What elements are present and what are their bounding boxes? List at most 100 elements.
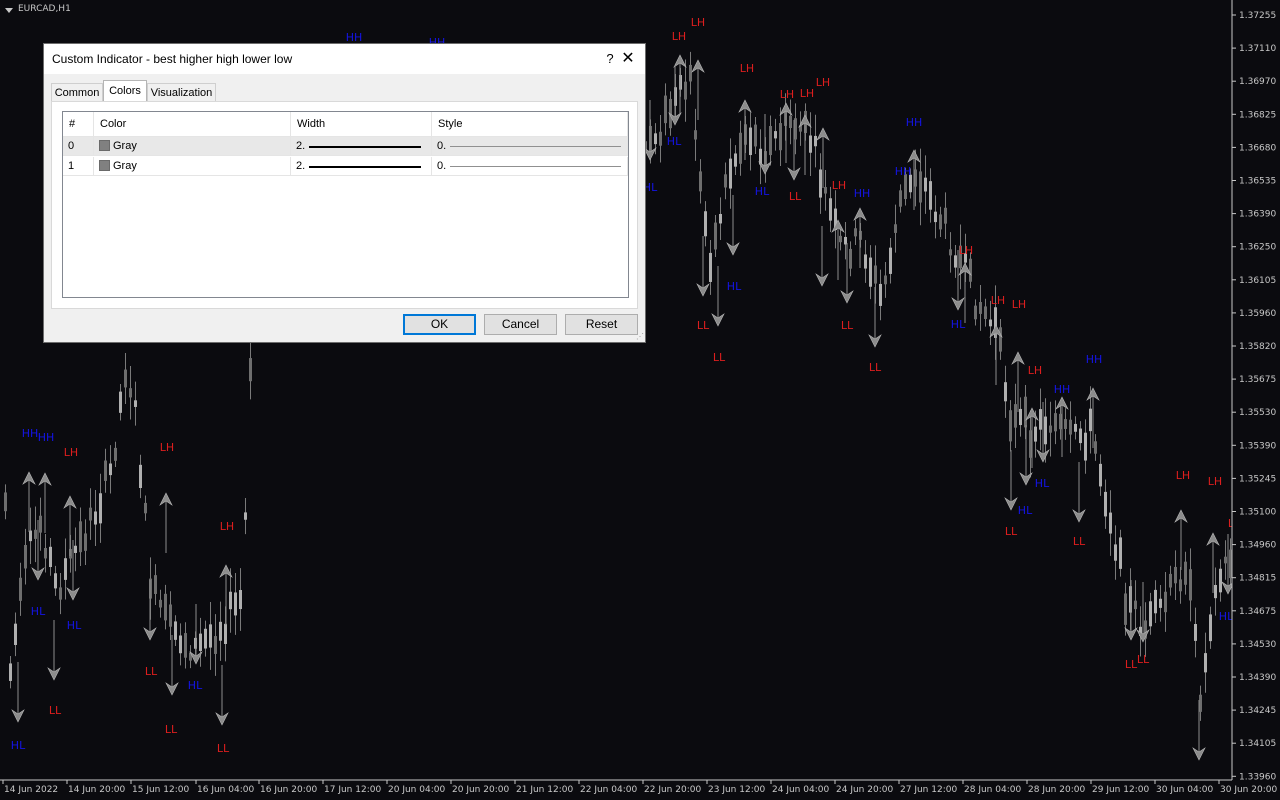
candle-body bbox=[929, 181, 932, 210]
swing-label: HH bbox=[895, 165, 912, 178]
candle-body bbox=[29, 530, 32, 542]
chart-menu-icon[interactable] bbox=[5, 8, 13, 13]
candle-body bbox=[824, 187, 827, 194]
candle-body bbox=[919, 171, 922, 203]
candle-body bbox=[944, 207, 947, 224]
candle-body bbox=[1049, 425, 1052, 433]
col-header-width[interactable]: Width bbox=[291, 112, 432, 137]
candle-body bbox=[1224, 556, 1227, 564]
candle-body bbox=[814, 135, 817, 147]
candle-body bbox=[839, 235, 842, 243]
candle-body bbox=[184, 633, 187, 658]
candle-body bbox=[139, 464, 142, 489]
swing-label: LL bbox=[145, 665, 158, 678]
candle-body bbox=[789, 115, 792, 129]
row-color-cell[interactable]: Gray bbox=[94, 157, 291, 176]
price-tick: 1.35820 bbox=[1239, 342, 1276, 352]
candle-body bbox=[169, 604, 172, 627]
price-tick: 1.36250 bbox=[1239, 243, 1276, 253]
row-width-cell[interactable]: 2. bbox=[291, 137, 432, 156]
candle-body bbox=[199, 633, 202, 652]
candle-body bbox=[779, 123, 782, 151]
reset-button[interactable]: Reset bbox=[565, 314, 638, 335]
price-tick: 1.34530 bbox=[1239, 640, 1276, 650]
candle-body bbox=[1154, 589, 1157, 614]
color-name: Gray bbox=[113, 160, 137, 172]
candle-body bbox=[864, 254, 867, 269]
candle-body bbox=[179, 635, 182, 654]
price-tick: 1.36825 bbox=[1239, 110, 1276, 120]
col-header-style[interactable]: Style bbox=[432, 112, 628, 137]
candle-body bbox=[974, 305, 977, 320]
candle-body bbox=[699, 171, 702, 192]
swing-label: LH bbox=[1176, 469, 1190, 482]
candle-body bbox=[749, 127, 752, 156]
swing-label: LH bbox=[1012, 298, 1026, 311]
swing-label: LL bbox=[841, 319, 854, 332]
swing-label: LH bbox=[991, 294, 1005, 307]
candle-body bbox=[934, 211, 937, 223]
row-style-cell[interactable]: 0. bbox=[432, 137, 628, 156]
table-row[interactable]: 0 Gray 2. 0. bbox=[63, 137, 628, 156]
color-name: Gray bbox=[113, 140, 137, 152]
table-row[interactable]: 1 Gray 2. 0. bbox=[63, 157, 628, 176]
ok-button[interactable]: OK bbox=[403, 314, 476, 335]
candle-body bbox=[159, 599, 162, 608]
tab-colors[interactable]: Colors bbox=[103, 80, 147, 102]
candle-body bbox=[1099, 463, 1102, 487]
candle-body bbox=[879, 283, 882, 306]
price-tick: 1.36535 bbox=[1239, 177, 1276, 187]
close-icon[interactable]: ✕ bbox=[610, 44, 646, 74]
candle-body bbox=[1009, 410, 1012, 442]
style-value: 0. bbox=[437, 160, 447, 172]
resize-grip-icon[interactable]: ⋰ bbox=[636, 332, 644, 341]
swing-label: LH bbox=[1028, 364, 1042, 377]
candle-body bbox=[154, 575, 157, 594]
candle-body bbox=[1159, 598, 1162, 608]
candle-body bbox=[99, 493, 102, 524]
tab-visualization[interactable]: Visualization bbox=[147, 83, 216, 102]
candle-body bbox=[1209, 614, 1212, 642]
candle-body bbox=[89, 507, 92, 521]
candle-body bbox=[1189, 569, 1192, 601]
candle-body bbox=[34, 529, 37, 539]
candle-body bbox=[714, 222, 717, 250]
col-header-index[interactable]: # bbox=[63, 112, 94, 137]
time-tick: 28 Jun 20:00 bbox=[1028, 785, 1085, 795]
swing-label: HH bbox=[22, 427, 39, 440]
candle-body bbox=[1109, 512, 1112, 534]
row-style-cell[interactable]: 0. bbox=[432, 157, 628, 176]
candle-body bbox=[234, 592, 237, 616]
row-width-cell[interactable]: 2. bbox=[291, 157, 432, 176]
colors-panel: # Color Width Style 0 Gray 2. 0. 1 Gray … bbox=[51, 101, 638, 309]
candle-body bbox=[924, 177, 927, 192]
tab-common[interactable]: Common bbox=[51, 83, 103, 102]
candle-body bbox=[874, 265, 877, 284]
candle-body bbox=[1204, 653, 1207, 673]
candle-body bbox=[1084, 432, 1087, 461]
swing-label: LH bbox=[832, 179, 846, 192]
candle-body bbox=[164, 593, 167, 621]
candle-body bbox=[1044, 416, 1047, 445]
swing-label: LH bbox=[740, 62, 754, 75]
candle-body bbox=[24, 545, 27, 569]
candle-body bbox=[1119, 537, 1122, 569]
swing-label: LL bbox=[697, 319, 710, 332]
col-header-color[interactable]: Color bbox=[94, 112, 291, 137]
candle-body bbox=[809, 135, 812, 153]
candle-body bbox=[1019, 408, 1022, 426]
candle-body bbox=[664, 95, 667, 124]
time-tick: 28 Jun 04:00 bbox=[964, 785, 1021, 795]
swing-label: LH bbox=[691, 16, 705, 29]
candle-body bbox=[1114, 544, 1117, 561]
candle-body bbox=[1039, 409, 1042, 430]
cancel-button[interactable]: Cancel bbox=[484, 314, 557, 335]
candle-body bbox=[229, 591, 232, 610]
candle-body bbox=[4, 492, 7, 512]
row-color-cell[interactable]: Gray bbox=[94, 137, 291, 156]
width-preview bbox=[309, 146, 421, 148]
candle-body bbox=[1179, 579, 1182, 592]
dialog-titlebar[interactable]: Custom Indicator - best higher high lowe… bbox=[44, 44, 645, 74]
candle-body bbox=[1134, 600, 1137, 610]
candle-body bbox=[204, 628, 207, 649]
